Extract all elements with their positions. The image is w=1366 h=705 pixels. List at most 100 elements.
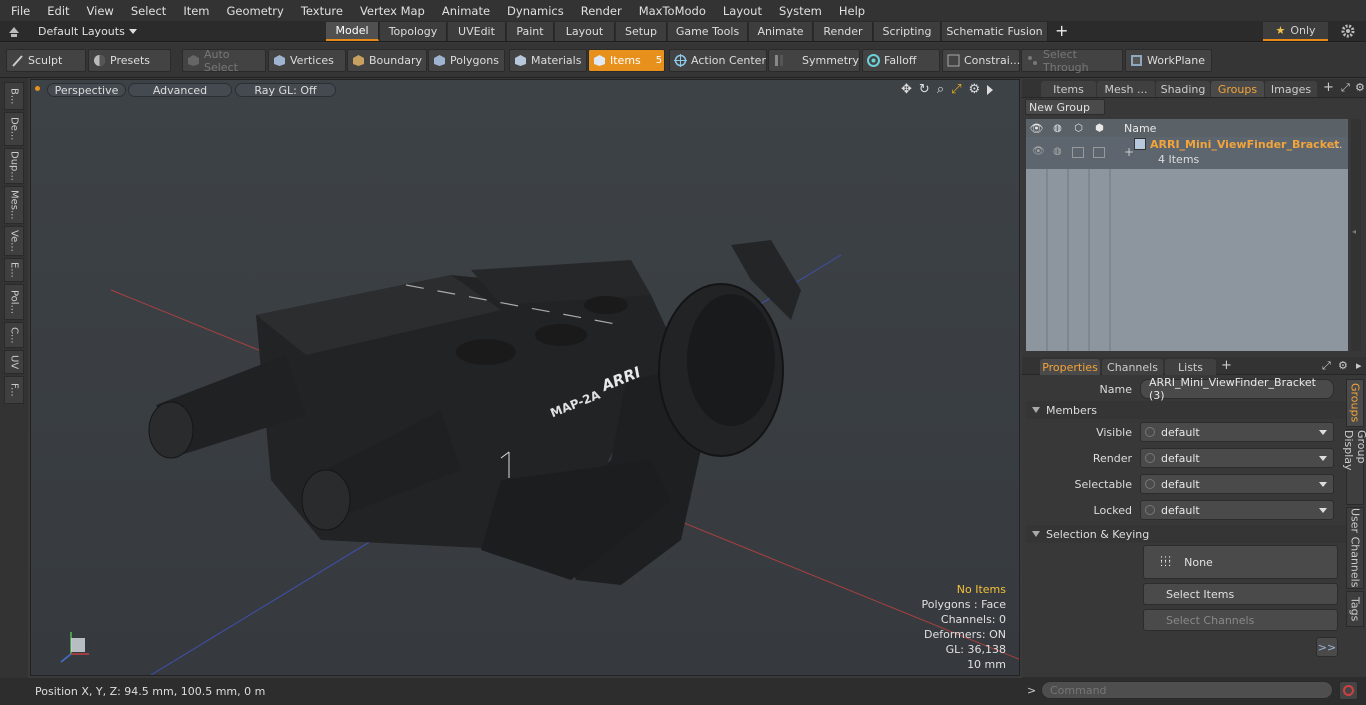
- group-name[interactable]: ARRI_Mini_ViewFinder_Bracket: [1150, 138, 1339, 151]
- vertices-button[interactable]: Vertices 1: [268, 49, 354, 72]
- side-tab-groups[interactable]: Groups: [1346, 379, 1364, 427]
- falloff-button[interactable]: Falloff: [862, 49, 940, 72]
- menu-render[interactable]: Render: [570, 4, 628, 18]
- left-tab-vertex[interactable]: Ve...: [4, 226, 24, 256]
- add-scene-tab-icon[interactable]: +: [1323, 80, 1334, 95]
- 3d-viewport[interactable]: MAP-2A ARRI Perspective Advanced Ray GL:…: [30, 79, 1020, 676]
- tab-channels[interactable]: Channels: [1102, 359, 1163, 375]
- fit-icon[interactable]: ⤢: [951, 82, 961, 97]
- name-field[interactable]: ARRI_Mini_ViewFinder_Bracket (3): [1140, 376, 1334, 402]
- selection-keying-section-header[interactable]: Selection & Keying: [1026, 525, 1346, 543]
- expand-icon[interactable]: ⤢: [1341, 81, 1350, 95]
- tab-render[interactable]: Render: [814, 22, 873, 41]
- select-through-button[interactable]: Select Through: [1021, 48, 1123, 74]
- tab-paint[interactable]: Paint: [507, 22, 554, 41]
- group-row[interactable]: 👁 ◍ + ARRI_Mini_ViewFinder_Bracket ... 4…: [1026, 137, 1348, 169]
- tab-model[interactable]: Model: [326, 22, 379, 41]
- polygons-button[interactable]: Polygons: [428, 49, 505, 72]
- viewport-menu-dot[interactable]: [35, 86, 40, 91]
- tab-animate[interactable]: Animate: [749, 22, 813, 41]
- add-tab-button[interactable]: +: [1055, 21, 1068, 40]
- left-tab-edge[interactable]: E...: [4, 258, 24, 282]
- action-center-button[interactable]: Action Center: [669, 49, 767, 72]
- new-group-button[interactable]: New Group: [1025, 99, 1105, 115]
- side-tab-user-channels[interactable]: User Channels: [1346, 507, 1364, 589]
- menu-file[interactable]: File: [0, 4, 36, 18]
- menu-layout[interactable]: Layout: [712, 4, 768, 18]
- zoom-icon[interactable]: ⌕: [937, 82, 944, 97]
- left-tab-fusion[interactable]: F...: [4, 376, 24, 404]
- left-tab-curve[interactable]: C...: [4, 322, 24, 348]
- row-eye-icon[interactable]: 👁: [1032, 146, 1045, 157]
- menu-vertex-map[interactable]: Vertex Map: [349, 4, 431, 18]
- menu-animate[interactable]: Animate: [431, 4, 496, 18]
- layout-selector[interactable]: Default Layouts: [38, 21, 137, 42]
- eye-icon[interactable]: 👁: [1026, 122, 1047, 135]
- tab-schematic-fusion[interactable]: Schematic Fusion: [942, 22, 1048, 41]
- left-tab-uv[interactable]: UV: [4, 350, 24, 374]
- render-dropdown[interactable]: default: [1140, 448, 1334, 468]
- prop-expand-icon[interactable]: ⤢: [1322, 359, 1331, 373]
- side-tab-group-display[interactable]: Group Display: [1342, 429, 1366, 505]
- render-icon[interactable]: ◍: [1047, 123, 1068, 134]
- left-tab-deform[interactable]: De...: [4, 112, 24, 146]
- sculpt-button[interactable]: Sculpt: [6, 49, 86, 72]
- items-button[interactable]: Items 5: [588, 49, 665, 72]
- select-channels-button[interactable]: Select Channels: [1143, 609, 1338, 631]
- menu-view[interactable]: View: [76, 4, 120, 18]
- tab-shading[interactable]: Shading: [1156, 81, 1210, 97]
- record-button[interactable]: [1339, 681, 1358, 700]
- left-tab-mesh[interactable]: Mes...: [4, 186, 24, 224]
- rotate-icon[interactable]: ↻: [919, 82, 930, 97]
- presets-button[interactable]: Presets: [88, 49, 171, 72]
- tab-setup[interactable]: Setup: [616, 22, 667, 41]
- visible-dropdown[interactable]: default: [1140, 422, 1334, 442]
- layout-up-icon[interactable]: [8, 26, 20, 38]
- lock-icon[interactable]: ⬡: [1068, 123, 1089, 134]
- move-icon[interactable]: ✥: [901, 82, 912, 97]
- tab-lists[interactable]: Lists: [1165, 359, 1216, 375]
- constraints-button[interactable]: Constrai...: [942, 49, 1020, 72]
- more-button[interactable]: >>: [1316, 637, 1338, 657]
- gear-icon[interactable]: [1341, 24, 1355, 41]
- tab-scripting[interactable]: Scripting: [874, 22, 941, 41]
- tab-properties[interactable]: Properties: [1040, 359, 1100, 375]
- menu-maxtomodo[interactable]: MaxToModo: [628, 4, 712, 18]
- menu-system[interactable]: System: [768, 4, 828, 18]
- row-select-checkbox[interactable]: [1093, 147, 1105, 158]
- workplane-button[interactable]: WorkPlane: [1125, 49, 1212, 72]
- boundary-button[interactable]: Boundary: [347, 49, 427, 72]
- tab-uvedit[interactable]: UVEdit: [448, 22, 506, 41]
- viewport-gear-icon[interactable]: ⚙: [969, 82, 981, 97]
- prop-gear-icon[interactable]: ⚙: [1338, 359, 1348, 372]
- none-button[interactable]: :::::: None: [1143, 545, 1338, 579]
- menu-select[interactable]: Select: [120, 4, 172, 18]
- side-tab-tags[interactable]: Tags: [1346, 591, 1364, 627]
- tab-layout[interactable]: Layout: [555, 22, 615, 41]
- groups-scrollbar[interactable]: ◂: [1351, 119, 1361, 351]
- expand-plus-icon[interactable]: +: [1124, 145, 1134, 159]
- members-section-header[interactable]: Members: [1026, 401, 1346, 419]
- auto-select-button[interactable]: Auto Select: [182, 48, 266, 74]
- perspective-button[interactable]: Perspective: [47, 83, 126, 97]
- tab-images[interactable]: Images: [1265, 81, 1317, 97]
- tab-items[interactable]: Items: [1041, 81, 1096, 97]
- only-toggle[interactable]: ★ Only: [1263, 22, 1328, 41]
- locked-dropdown[interactable]: default: [1140, 500, 1334, 520]
- row-lock-checkbox[interactable]: [1072, 147, 1084, 158]
- tab-groups[interactable]: Groups: [1211, 81, 1264, 97]
- tab-mesh[interactable]: Mesh ...: [1097, 81, 1155, 97]
- select-items-button[interactable]: Select Items: [1143, 583, 1338, 605]
- menu-item[interactable]: Item: [172, 4, 215, 18]
- selectable-dropdown[interactable]: default: [1140, 474, 1334, 494]
- prop-more-icon[interactable]: ▸: [1356, 359, 1362, 372]
- materials-button[interactable]: Materials: [509, 49, 587, 72]
- panel-gear-icon[interactable]: ⚙: [1355, 81, 1365, 94]
- add-property-tab-icon[interactable]: +: [1221, 358, 1232, 373]
- ray-gl-button[interactable]: Ray GL: Off: [235, 83, 336, 97]
- menu-geometry[interactable]: Geometry: [216, 4, 290, 18]
- menu-dynamics[interactable]: Dynamics: [496, 4, 570, 18]
- command-input[interactable]: [1041, 681, 1333, 699]
- menu-help[interactable]: Help: [828, 4, 871, 18]
- left-tab-b[interactable]: B...: [4, 82, 24, 110]
